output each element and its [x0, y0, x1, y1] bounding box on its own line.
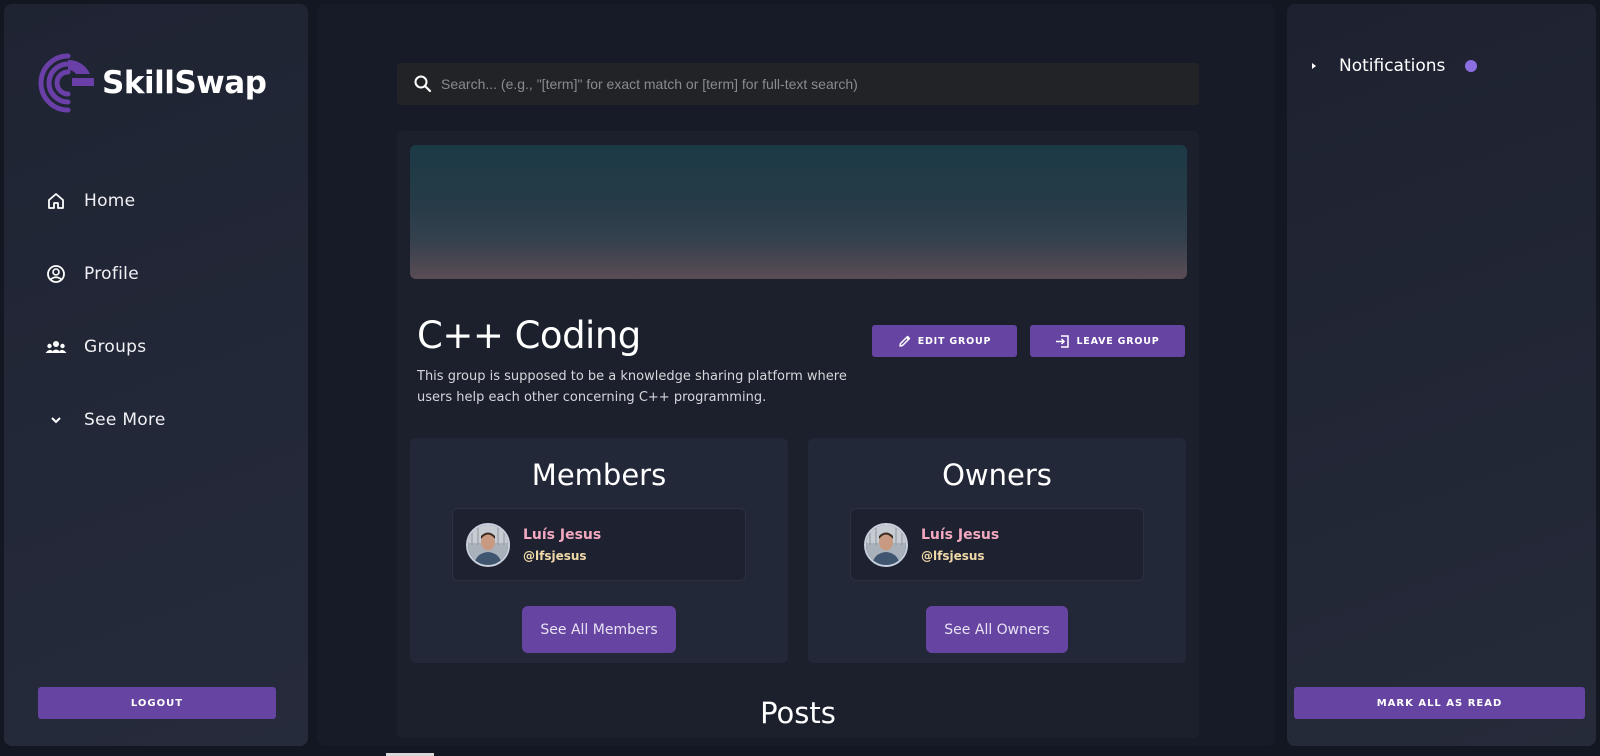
sidebar-item-groups[interactable]: Groups — [44, 310, 166, 383]
group-card: C++ Coding This group is supposed to be … — [397, 131, 1199, 738]
app-name: SkillSwap — [102, 65, 267, 101]
unread-indicator — [1465, 60, 1478, 72]
user-handle: @lfsjesus — [523, 549, 587, 563]
see-all-members-button[interactable]: See All Members — [522, 606, 676, 653]
home-icon — [44, 189, 68, 213]
logout-button[interactable]: LOGOUT — [38, 687, 276, 719]
owners-title: Owners — [942, 458, 1052, 492]
group-description: This group is supposed to be a knowledge… — [417, 369, 847, 405]
exit-icon — [1056, 334, 1070, 348]
edit-group-button[interactable]: EDIT GROUP — [872, 325, 1017, 357]
leave-group-label: LEAVE GROUP — [1076, 335, 1160, 347]
members-title: Members — [531, 458, 667, 492]
caret-right-icon — [1312, 63, 1316, 69]
avatar — [466, 523, 510, 567]
search-input[interactable] — [441, 76, 1181, 92]
sidebar-item-label: Home — [84, 190, 136, 211]
notifications-sidebar: Notifications MARK ALL AS READ — [1287, 4, 1596, 746]
notifications-header[interactable]: Notifications — [1309, 56, 1478, 76]
main-content: C++ Coding This group is supposed to be … — [317, 4, 1275, 746]
group-banner — [410, 145, 1187, 279]
user-handle: @lfsjesus — [921, 549, 985, 563]
left-sidebar: SkillSwap Home Profile Groups See More L… — [4, 4, 308, 746]
sidebar-item-label: See More — [84, 409, 166, 430]
leave-group-button[interactable]: LEAVE GROUP — [1030, 325, 1185, 357]
users-icon — [44, 335, 68, 359]
member-card[interactable]: Luís Jesus @lfsjesus — [452, 508, 746, 581]
sidebar-item-label: Profile — [84, 263, 139, 284]
search-icon — [414, 75, 432, 93]
notifications-title: Notifications — [1339, 56, 1446, 76]
group-title: C++ Coding — [417, 314, 641, 357]
search-bar[interactable] — [397, 63, 1199, 105]
owners-panel: Owners Luís Jesus @lfsjesus See All Owne… — [808, 438, 1186, 663]
logo[interactable]: SkillSwap — [38, 50, 267, 116]
sidebar-item-home[interactable]: Home — [44, 164, 166, 237]
mark-all-read-button[interactable]: MARK ALL AS READ — [1294, 687, 1585, 719]
pencil-icon — [898, 335, 910, 347]
owner-card[interactable]: Luís Jesus @lfsjesus — [850, 508, 1144, 581]
sidebar-item-label: Groups — [84, 336, 147, 357]
user-name: Luís Jesus — [523, 527, 602, 543]
avatar — [864, 523, 908, 567]
skillswap-logo-icon — [38, 53, 94, 113]
members-panel: Members Luís Jesus @lfsjesus See All Mem… — [410, 438, 788, 663]
posts-title: Posts — [760, 696, 836, 730]
see-all-owners-button[interactable]: See All Owners — [926, 606, 1068, 653]
sidebar-item-profile[interactable]: Profile — [44, 237, 166, 310]
sidebar-nav: Home Profile Groups See More — [44, 164, 166, 456]
user-circle-icon — [44, 262, 68, 286]
edit-group-label: EDIT GROUP — [917, 335, 992, 347]
user-name: Luís Jesus — [921, 527, 1000, 543]
chevron-down-icon — [44, 408, 68, 432]
sidebar-item-see-more[interactable]: See More — [44, 383, 166, 456]
